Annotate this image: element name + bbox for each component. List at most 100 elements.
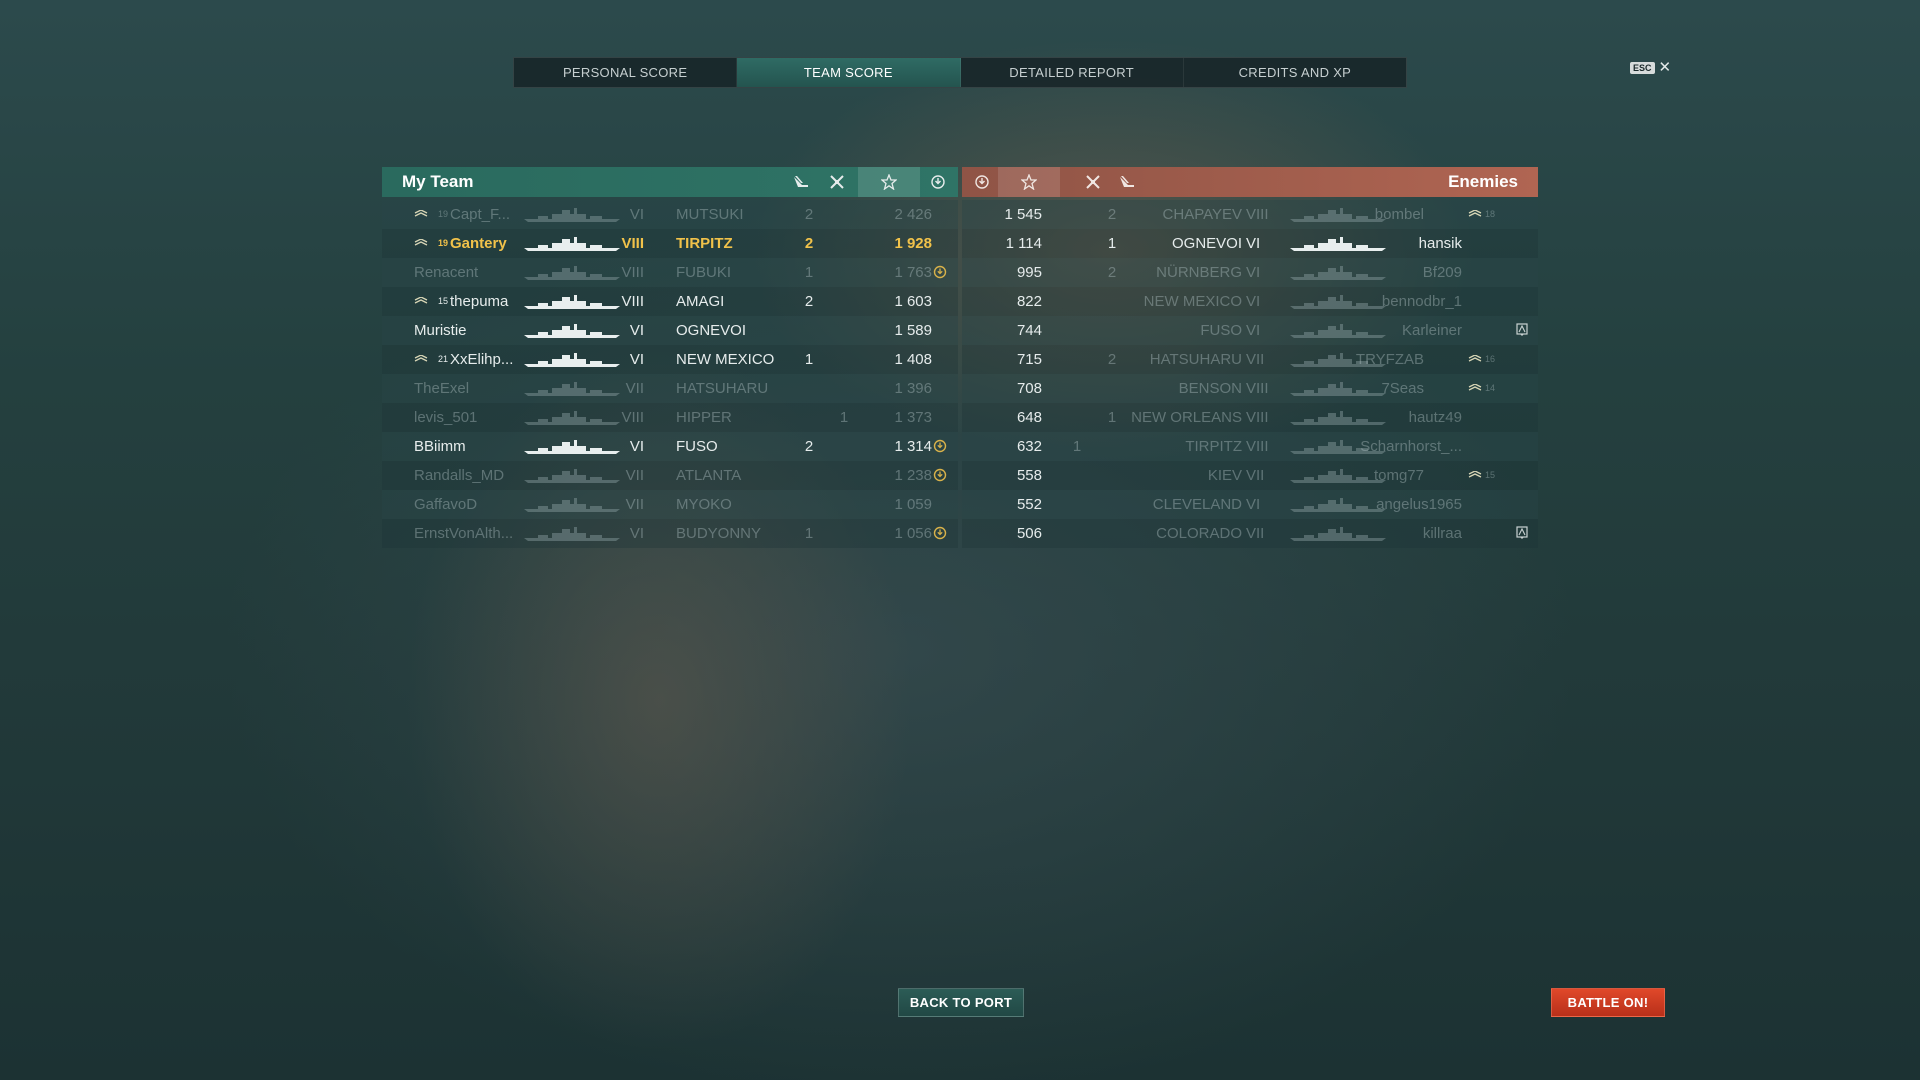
ship-name: BENSON xyxy=(1178,380,1242,397)
ship-kills: 1 xyxy=(804,264,814,281)
base-capture-icon[interactable] xyxy=(923,167,953,197)
my-team-row[interactable]: 15 thepuma VIII AMAGI 2 1 603 xyxy=(382,287,958,316)
ship-name: NEW ORLEANS xyxy=(1131,409,1242,426)
ship-name: CLEVELAND xyxy=(1152,496,1242,513)
player-score: 2 426 xyxy=(894,206,932,223)
ship-tier: VIII xyxy=(621,235,644,252)
base-capture-icon xyxy=(933,468,947,482)
base-capture-icon[interactable] xyxy=(967,167,997,197)
player-score: 1 114 xyxy=(1005,235,1042,252)
ship-tier: VIII xyxy=(1246,438,1269,455)
ship-silhouette xyxy=(522,207,622,223)
my-team-row[interactable]: ErnstVonAlth... VI BUDYONNY 1 1 056 xyxy=(382,519,958,548)
division-flag-icon xyxy=(1516,526,1528,540)
score-star-icon[interactable] xyxy=(998,167,1060,197)
my-team-row[interactable]: 19 Gantery VIII TIRPITZ 2 1 928 xyxy=(382,229,958,258)
player-score: 995 xyxy=(1016,264,1042,281)
player-name: GaffavoD xyxy=(414,496,478,513)
tab-detailed-report[interactable]: DETAILED REPORT xyxy=(961,58,1184,87)
enemy-row[interactable]: 558 KIEV VII tomg77 15 xyxy=(962,461,1538,490)
ship-name: OGNEVOI xyxy=(676,322,747,339)
rank-number: 19 xyxy=(438,209,449,219)
base-capture-icon xyxy=(933,439,947,453)
division-flag-icon xyxy=(1516,323,1528,336)
my-team-row[interactable]: levis_501 VIII HIPPER 1 1 373 xyxy=(382,403,958,432)
ship-name: TIRPITZ xyxy=(676,235,733,252)
ship-tier: VII xyxy=(625,496,644,513)
ship-name: NEW MEXICO xyxy=(1143,293,1242,310)
ship-silhouette-icon xyxy=(524,382,620,396)
results-tabs: PERSONAL SCORE TEAM SCORE DETAILED REPOR… xyxy=(513,57,1407,88)
player-name: bennodbr_1 xyxy=(1381,293,1462,310)
player-name: Muristie xyxy=(414,322,467,339)
tab-team-score[interactable]: TEAM SCORE xyxy=(737,58,961,87)
ship-kills-icon[interactable] xyxy=(786,167,816,197)
my-team-row[interactable]: Muristie VI OGNEVOI 1 589 xyxy=(382,316,958,345)
ship-silhouette xyxy=(522,294,622,310)
player-name: levis_501 xyxy=(414,409,478,426)
rank-chevron-icon xyxy=(414,296,428,307)
my-team-row[interactable]: 19 Capt_F... VI MUTSUKI 2 2 426 xyxy=(382,200,958,229)
ship-kills-icon[interactable] xyxy=(1112,167,1142,197)
ship-silhouette xyxy=(522,265,622,281)
ship-name: TIRPITZ xyxy=(1185,438,1242,455)
planes-destroyed-icon[interactable] xyxy=(1078,167,1108,197)
base-capture-icon xyxy=(933,439,947,453)
enemy-row[interactable]: 995 2 NÜRNBERG VI Bf209 xyxy=(962,258,1538,287)
player-name: Renacent xyxy=(414,264,479,281)
rank-chevron-icon xyxy=(1468,354,1482,362)
rank-chevron-icon xyxy=(1468,209,1482,220)
player-score: 1 056 xyxy=(894,525,932,542)
my-team-row[interactable]: Renacent VIII FUBUKI 1 1 763 xyxy=(382,258,958,287)
planes-destroyed-icon[interactable] xyxy=(822,167,852,197)
ship-kills: 2 xyxy=(804,235,814,252)
player-score: 708 xyxy=(1016,380,1042,397)
ship-tier: VIII xyxy=(621,264,644,281)
tab-personal-score[interactable]: PERSONAL SCORE xyxy=(514,58,738,87)
battle-on-button[interactable]: BATTLE ON! xyxy=(1551,988,1665,1017)
ship-tier: VI xyxy=(629,351,644,368)
enemy-row[interactable]: 715 2 HATSUHARU VII TRYFZAB 16 xyxy=(962,345,1538,374)
rank-number: 15 xyxy=(1485,470,1496,480)
ship-tier: VIII xyxy=(621,409,644,426)
my-team-row[interactable]: GaffavoD VII MYOKO 1 059 xyxy=(382,490,958,519)
rank-chevron-icon xyxy=(414,296,428,304)
enemy-row[interactable]: 506 COLORADO VII killraa xyxy=(962,519,1538,548)
close-button[interactable]: ESC ✕ xyxy=(1630,60,1671,75)
enemy-row[interactable]: 648 1 NEW ORLEANS VIII hautz49 xyxy=(962,403,1538,432)
back-to-port-button[interactable]: BACK TO PORT xyxy=(898,988,1024,1017)
ship-tier: VI xyxy=(1246,293,1261,310)
base-capture-icon xyxy=(933,526,947,540)
ship-tier: VI xyxy=(629,206,644,223)
my-team-row[interactable]: TheExel VII HATSUHARU 1 396 xyxy=(382,374,958,403)
base-capture-icon xyxy=(933,468,947,482)
tab-credits-and-xp[interactable]: CREDITS AND XP xyxy=(1184,58,1406,87)
enemy-row[interactable]: 708 BENSON VIII 7Seas 14 xyxy=(962,374,1538,403)
ship-name: HIPPER xyxy=(676,409,732,426)
ship-tier: VI xyxy=(1246,322,1261,339)
enemy-row[interactable]: 1 114 1 OGNEVOI VI hansik xyxy=(962,229,1538,258)
my-team-row[interactable]: BBiimm VI FUSO 2 1 314 xyxy=(382,432,958,461)
rank-number: 15 xyxy=(438,296,449,306)
enemy-row[interactable]: 632 1 TIRPITZ VIII Scharnhorst_... xyxy=(962,432,1538,461)
my-team-row[interactable]: Randalls_MD VII ATLANTA 1 238 xyxy=(382,461,958,490)
score-star-icon[interactable] xyxy=(858,167,920,197)
enemy-row[interactable]: 552 CLEVELAND VI angelus1965 xyxy=(962,490,1538,519)
player-score: 1 059 xyxy=(894,496,932,513)
my-team-row[interactable]: 21 XxElihp... VI NEW MEXICO 1 1 408 xyxy=(382,345,958,374)
player-score: 506 xyxy=(1016,525,1042,542)
player-name: TRYFZAB xyxy=(1355,351,1424,368)
ship-name: CHAPAYEV xyxy=(1162,206,1242,223)
player-name: thepuma xyxy=(450,293,509,310)
enemy-row[interactable]: 1 545 2 CHAPAYEV VIII bombel 18 xyxy=(962,200,1538,229)
rank-chevron-icon xyxy=(414,209,428,220)
enemies-table: 1 545 2 CHAPAYEV VIII bombel 18 1 114 1 OGNEVOI V… xyxy=(962,200,1538,548)
ship-tier: VII xyxy=(1246,467,1265,484)
enemy-row[interactable]: 744 FUSO VI Karleiner xyxy=(962,316,1538,345)
ship-kills: 2 xyxy=(804,293,814,310)
my-team-table: 19 Capt_F... VI MUTSUKI 2 2 426 19 Gantery VIII T… xyxy=(382,200,958,548)
player-name: tomg77 xyxy=(1373,467,1424,484)
ship-tier: VII xyxy=(625,380,644,397)
enemy-row[interactable]: 822 NEW MEXICO VI bennodbr_1 xyxy=(962,287,1538,316)
ship-name: OGNEVOI xyxy=(1171,235,1242,252)
